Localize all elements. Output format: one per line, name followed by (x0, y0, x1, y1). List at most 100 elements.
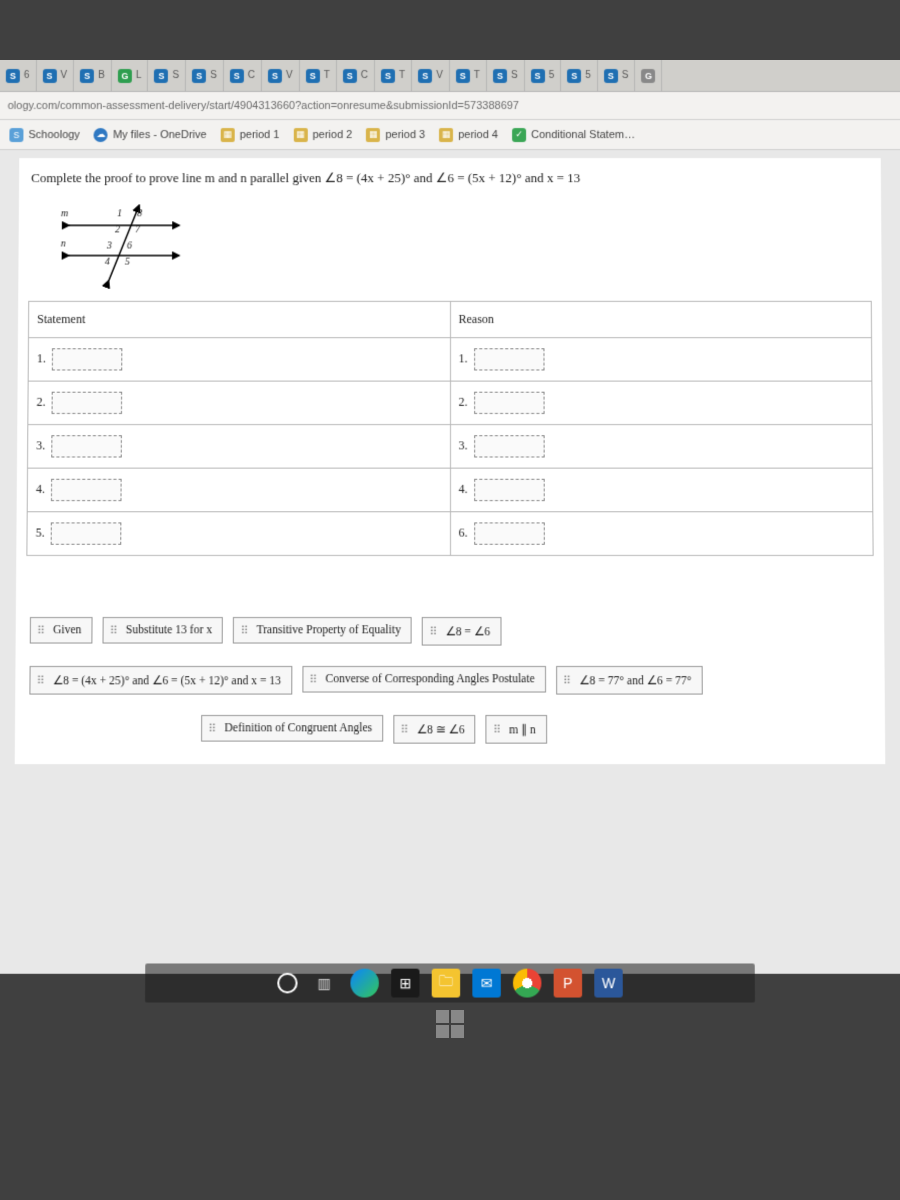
reason-dropzone[interactable] (474, 392, 544, 414)
favicon-icon: S (306, 68, 320, 82)
answer-tile[interactable]: ∠8 ≅ ∠6 (393, 715, 475, 744)
tab-label: T (324, 70, 330, 81)
task-view-icon[interactable]: ▥ (310, 969, 339, 998)
sheet-icon: ▦ (221, 128, 235, 142)
statement-dropzone[interactable] (51, 522, 122, 544)
browser-tab[interactable]: GL (112, 60, 149, 91)
row-number: 5. (36, 525, 45, 539)
tab-label: S (210, 70, 217, 81)
tab-label: S (172, 70, 179, 81)
row-number: 4. (36, 482, 45, 496)
browser-tab[interactable]: SV (412, 60, 450, 91)
browser-tab[interactable]: SS (148, 60, 186, 91)
angle-5: 5 (125, 257, 130, 268)
statement-dropzone[interactable] (51, 435, 122, 457)
bookmark-period1[interactable]: ▦period 1 (221, 128, 280, 142)
chrome-icon[interactable] (513, 969, 541, 998)
table-row: 3. 3. (28, 425, 873, 469)
row-number: 1. (459, 351, 468, 365)
question-prompt: Complete the proof to prove line m and n… (29, 166, 871, 196)
statement-dropzone[interactable] (52, 392, 123, 414)
powerpoint-icon[interactable]: P (554, 969, 583, 998)
assessment-content: Complete the proof to prove line m and n… (15, 158, 886, 764)
browser-tab[interactable]: S6 (0, 60, 37, 91)
reason-header: Reason (450, 301, 872, 337)
bookmark-onedrive[interactable]: ☁My files - OneDrive (94, 128, 207, 142)
statement-header: Statement (28, 301, 450, 337)
reason-dropzone[interactable] (474, 348, 544, 370)
browser-tab[interactable]: ST (300, 60, 337, 91)
windows-taskbar: ▥ ⊞ 🗀 ✉ P W (145, 963, 755, 1002)
favicon-icon: S (230, 68, 244, 82)
browser-tab[interactable]: ST (375, 60, 412, 91)
answer-tile[interactable]: Transitive Property of Equality (233, 617, 412, 644)
bookmark-label: Schoology (28, 129, 80, 141)
word-icon[interactable]: W (594, 969, 623, 998)
answer-tile[interactable]: m ∥ n (486, 715, 547, 744)
browser-tab[interactable]: S5 (561, 60, 598, 91)
angle-4: 4 (105, 257, 110, 268)
sheet-icon: ▦ (366, 128, 380, 142)
tab-strip: S6 SV SB GL SS SS SC SV ST SC ST SV ST S… (0, 60, 900, 92)
tab-label: C (361, 70, 368, 81)
reason-dropzone[interactable] (474, 479, 545, 501)
angle-7: 7 (135, 224, 140, 235)
favicon-icon: S (80, 68, 94, 82)
browser-tab[interactable]: SC (224, 60, 262, 91)
favicon-icon: S (6, 68, 20, 82)
windows-button-icon[interactable] (436, 1010, 464, 1038)
favicon-icon: S (418, 68, 432, 82)
schoology-icon: S (9, 128, 23, 142)
favicon-icon: S (381, 68, 395, 82)
bookmark-label: period 4 (458, 129, 498, 141)
check-icon: ✓ (512, 128, 526, 142)
statement-dropzone[interactable] (51, 479, 122, 501)
address-bar[interactable]: ology.com/common-assessment-delivery/sta… (0, 92, 900, 120)
answer-tile[interactable]: Definition of Congruent Angles (201, 715, 383, 742)
answer-tile[interactable]: ∠8 = ∠6 (422, 617, 501, 646)
bookmark-schoology[interactable]: S Schoology (9, 128, 80, 142)
answer-tile[interactable]: ∠8 = (4x + 25)° and ∠6 = (5x + 12)° and … (29, 666, 292, 695)
reason-dropzone[interactable] (474, 522, 545, 544)
browser-tab[interactable]: SS (598, 60, 636, 91)
tab-label: V (286, 70, 293, 81)
answer-tile[interactable]: Converse of Corresponding Angles Postula… (302, 666, 546, 693)
angle-diagram: m n 1 8 2 7 3 6 4 5 (58, 200, 199, 291)
answer-tile[interactable]: Given (30, 617, 93, 644)
favicon-icon: G (118, 68, 132, 82)
bookmark-conditional[interactable]: ✓Conditional Statem… (512, 128, 635, 142)
statement-dropzone[interactable] (52, 348, 123, 370)
answer-tile[interactable]: ∠8 = 77° and ∠6 = 77° (556, 666, 703, 695)
browser-tab[interactable]: ST (450, 60, 487, 91)
row-number: 4. (459, 482, 468, 496)
tab-label: T (399, 70, 405, 81)
file-explorer-icon[interactable]: 🗀 (432, 969, 460, 998)
row-number: 2. (36, 394, 45, 408)
bookmark-period2[interactable]: ▦period 2 (293, 128, 352, 142)
browser-tab[interactable]: SV (262, 60, 300, 91)
tab-label: 5 (585, 70, 591, 81)
browser-tab[interactable]: SS (487, 60, 525, 91)
browser-tab[interactable]: SB (74, 60, 112, 91)
edge-icon[interactable] (350, 969, 378, 998)
row-number: 3. (459, 438, 468, 452)
browser-tab[interactable]: S5 (525, 60, 562, 91)
store-icon[interactable]: ⊞ (391, 969, 419, 998)
browser-tab[interactable]: SC (337, 60, 375, 91)
bookmarks-bar: SSchoology ☁My files - OneDrive ▦period … (0, 120, 900, 150)
mail-icon[interactable]: ✉ (472, 969, 500, 998)
browser-tab[interactable]: SV (36, 60, 74, 91)
browser-tab[interactable]: SS (186, 60, 224, 91)
angle-8: 8 (137, 208, 142, 219)
bookmark-period4[interactable]: ▦period 4 (439, 128, 498, 142)
browser-tab[interactable]: G (635, 60, 662, 91)
bookmark-period3[interactable]: ▦period 3 (366, 128, 425, 142)
favicon-icon: S (192, 68, 206, 82)
tab-label: B (98, 70, 105, 81)
row-number: 6. (459, 525, 468, 539)
answer-tile[interactable]: Substitute 13 for x (103, 617, 224, 644)
start-icon[interactable] (277, 973, 297, 994)
tab-label: T (474, 70, 480, 81)
reason-dropzone[interactable] (474, 435, 544, 457)
favicon-icon: S (493, 68, 507, 82)
